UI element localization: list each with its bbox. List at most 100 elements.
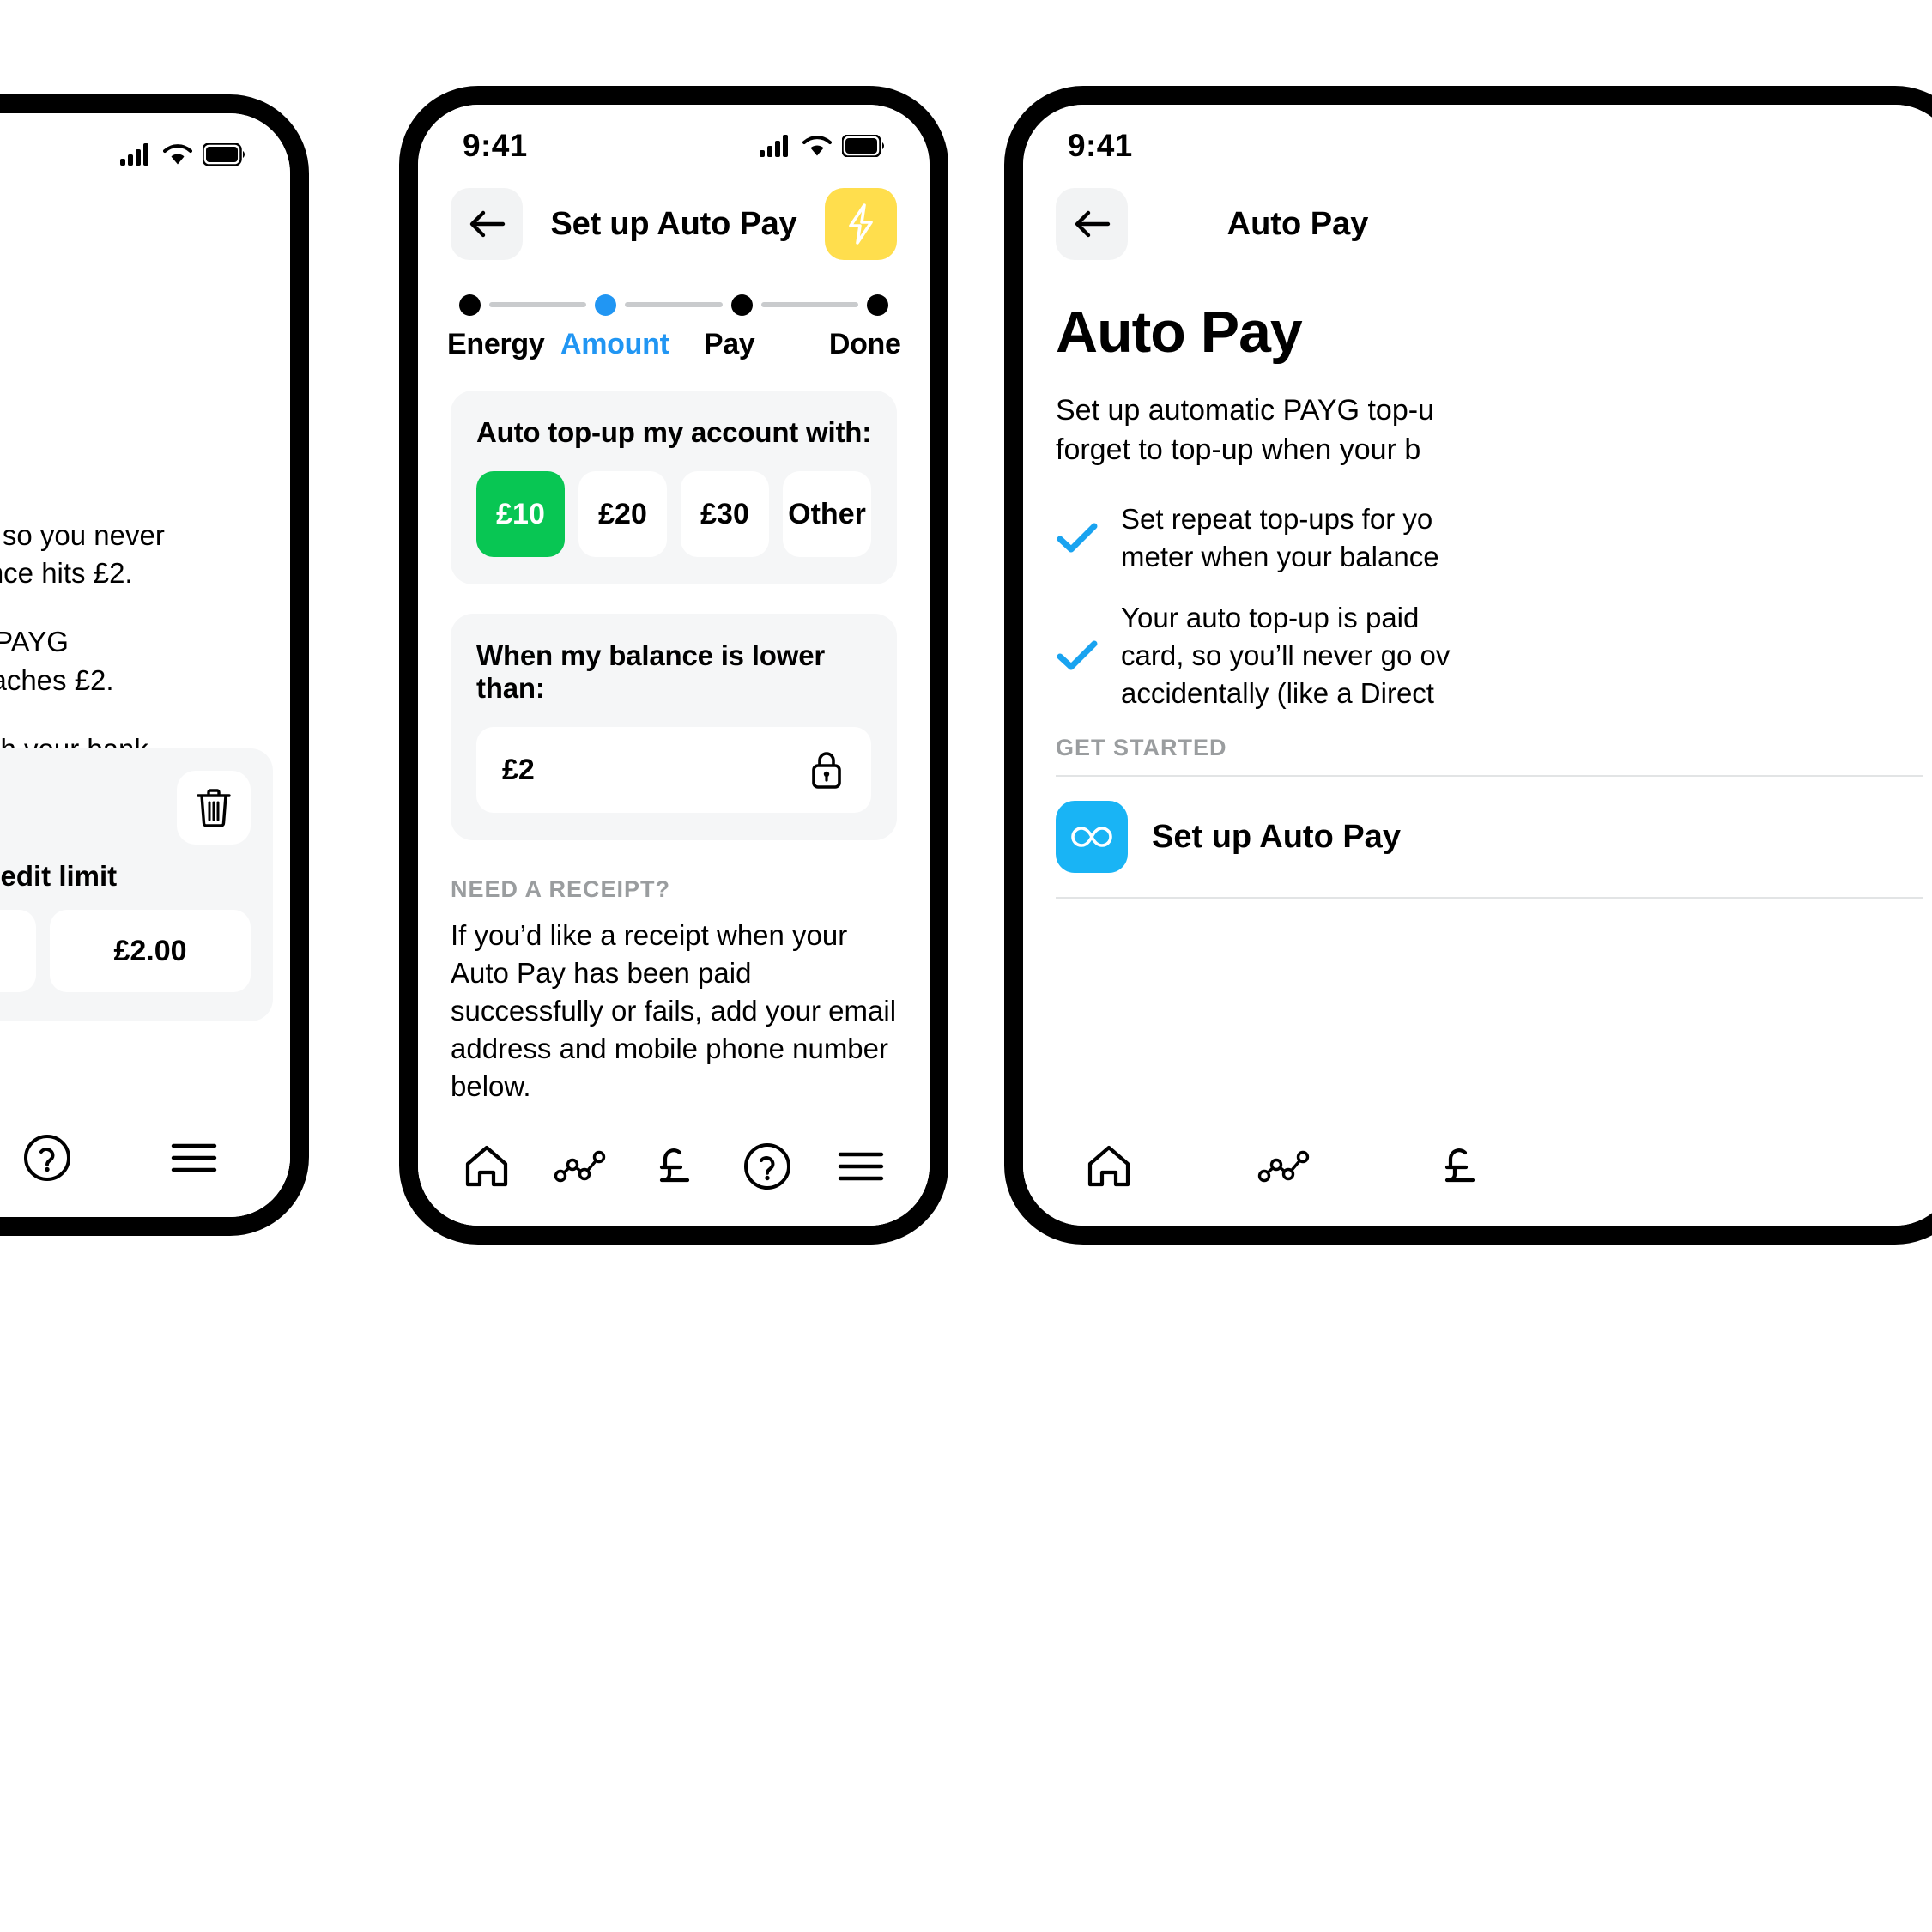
pound-icon <box>1444 1148 1475 1183</box>
bullet-text-2: Your auto top-up is paid card, so you’ll… <box>1121 599 1450 713</box>
energy-action-button[interactable] <box>825 188 897 260</box>
tab-menu-left[interactable] <box>153 1117 235 1199</box>
bullet-1-line-1: Set repeat top-ups for yo <box>1121 503 1433 536</box>
receipt-eyebrow: NEED A RECEIPT? <box>451 876 671 902</box>
stepper-dots <box>452 292 895 318</box>
left-para-2-line-2: your balance reaches £2. <box>0 663 114 696</box>
tab-pound-middle[interactable] <box>633 1125 715 1208</box>
right-divider-top <box>1056 775 1923 778</box>
step-dot-amount[interactable] <box>595 294 617 316</box>
topup-card-title: Auto top-up my account with: <box>476 416 872 448</box>
credit-limit-label: Credit limit <box>0 860 118 892</box>
infinity-icon-tile <box>1056 801 1128 874</box>
threshold-card-title: When my balance is lower than: <box>476 639 825 704</box>
tabbar-right <box>1023 1107 1932 1226</box>
check-icon <box>1057 523 1098 553</box>
status-bar-middle: 9:41 <box>418 105 930 168</box>
tabbar-left <box>0 1099 290 1217</box>
amount-option-other[interactable]: Other <box>783 471 871 557</box>
credit-limit-value[interactable]: £2.00 <box>50 910 251 992</box>
bullet-item-2: Your auto top-up is paid card, so you’ll… <box>1056 599 1923 713</box>
delete-button[interactable] <box>177 771 251 845</box>
amount-options: £10 £20 £30 Other <box>476 471 871 557</box>
signal-icon <box>760 135 788 157</box>
receipt-body: If you’d like a receipt when your Auto P… <box>451 919 897 1102</box>
stepper-labels: Energy Amount Pay Done <box>447 328 901 361</box>
right-eyebrow: GET STARTED <box>1056 735 1227 761</box>
right-divider-bottom <box>1056 897 1923 899</box>
status-bar-left <box>0 113 290 177</box>
home-icon <box>1087 1145 1130 1187</box>
tab-menu-middle[interactable] <box>820 1125 902 1208</box>
credit-limit-card: Credit limit £2.00 <box>0 748 273 1021</box>
step-dot-energy[interactable] <box>459 294 481 316</box>
step-label-pay: Pay <box>703 328 755 360</box>
wifi-icon <box>163 144 192 165</box>
tab-help-middle[interactable] <box>726 1125 809 1208</box>
wifi-icon <box>802 136 832 156</box>
infinity-icon <box>1071 827 1112 847</box>
tab-usage-middle[interactable] <box>539 1125 621 1208</box>
phone-middle-screen: 9:41 Set up Auto Pay Energy Amount Pay D… <box>418 105 930 1226</box>
back-button-middle[interactable] <box>451 188 523 260</box>
phone-right-screen: 9:41 Auto Pay Auto Pay Set up automatic … <box>1023 105 1932 1226</box>
check-icon <box>1057 640 1098 670</box>
status-bar-right: 9:41 <box>1023 105 1932 168</box>
usage-icon <box>554 1150 606 1183</box>
phone-left-screen: Auto Pay c PAYG top-ups so you never whe… <box>0 113 290 1217</box>
stepper-bar-1 <box>489 302 587 307</box>
bullet-text-1: Set repeat top-ups for yo meter when you… <box>1121 500 1439 576</box>
help-icon <box>23 1135 70 1181</box>
phone-right: 9:41 Auto Pay Auto Pay Set up automatic … <box>1004 86 1932 1245</box>
phone-left-nav-title: Auto Pay <box>0 199 290 236</box>
lightning-icon <box>849 203 873 245</box>
tab-usage-right[interactable] <box>1243 1125 1325 1208</box>
topup-amount-card: Auto top-up my account with: £10 £20 £30… <box>451 391 897 584</box>
right-bullets: Set repeat top-ups for yo meter when you… <box>1056 500 1923 712</box>
balance-threshold-card: When my balance is lower than: £2 <box>451 614 897 840</box>
credit-limit-row: £2.00 <box>0 910 251 992</box>
list-item-label: Set up Auto Pay <box>1152 818 1401 855</box>
lock-icon <box>812 752 841 789</box>
tab-help-left[interactable] <box>6 1117 88 1199</box>
status-icons-middle <box>760 135 885 157</box>
step-dot-pay[interactable] <box>730 294 753 316</box>
help-icon <box>743 1143 790 1190</box>
step-label-done: Done <box>828 328 901 360</box>
bullet-1-line-2: meter when your balance <box>1121 541 1439 573</box>
battery-icon <box>203 143 245 166</box>
usage-icon <box>1257 1150 1310 1183</box>
amount-option-10[interactable]: £10 <box>476 471 565 557</box>
credit-limit-box-clipped[interactable] <box>0 910 36 992</box>
tab-home-right[interactable] <box>1068 1125 1150 1208</box>
tab-home-middle[interactable] <box>445 1125 528 1208</box>
phone-left: Auto Pay c PAYG top-ups so you never whe… <box>0 94 309 1236</box>
stepper-bar-2 <box>625 302 723 307</box>
trash-icon <box>197 789 231 827</box>
step-label-amount: Amount <box>560 328 669 360</box>
bullet-2-line-3: accidentally (like a Direct <box>1121 676 1434 709</box>
step-label-energy: Energy <box>447 328 545 360</box>
amount-option-30[interactable]: £30 <box>681 471 769 557</box>
status-icons-left <box>120 143 245 166</box>
home-icon <box>466 1145 508 1187</box>
tab-pound-right[interactable] <box>1418 1125 1500 1208</box>
bullet-2-line-2: card, so you’ll never go ov <box>1121 639 1451 671</box>
threshold-field[interactable]: £2 <box>476 727 871 813</box>
status-time-middle: 9:41 <box>463 128 528 163</box>
right-intro: Set up automatic PAYG top-u forget to to… <box>1056 391 1923 469</box>
bullet-2-line-1: Your auto top-up is paid <box>1121 601 1420 633</box>
screenshot-canvas: Auto Pay c PAYG top-ups so you never whe… <box>0 0 1932 1932</box>
left-para-2-line-1: op-ups for your PAYG <box>0 626 69 658</box>
phone-middle: 9:41 Set up Auto Pay Energy Amount Pay D… <box>399 86 948 1245</box>
amount-option-20[interactable]: £20 <box>578 471 667 557</box>
threshold-value: £2 <box>502 753 535 786</box>
navbar-right: Auto Pay <box>1023 168 1932 261</box>
right-intro-line-2: forget to top-up when your b <box>1056 433 1421 466</box>
progress-stepper: Energy Amount Pay Done <box>418 261 930 361</box>
step-dot-done[interactable] <box>866 294 888 316</box>
list-item-setup-auto-pay[interactable]: Set up Auto Pay <box>1056 801 1923 874</box>
bullet-item-1: Set repeat top-ups for yo meter when you… <box>1056 500 1923 576</box>
right-heading: Auto Pay <box>1056 300 1303 365</box>
tabbar-middle <box>418 1107 930 1226</box>
